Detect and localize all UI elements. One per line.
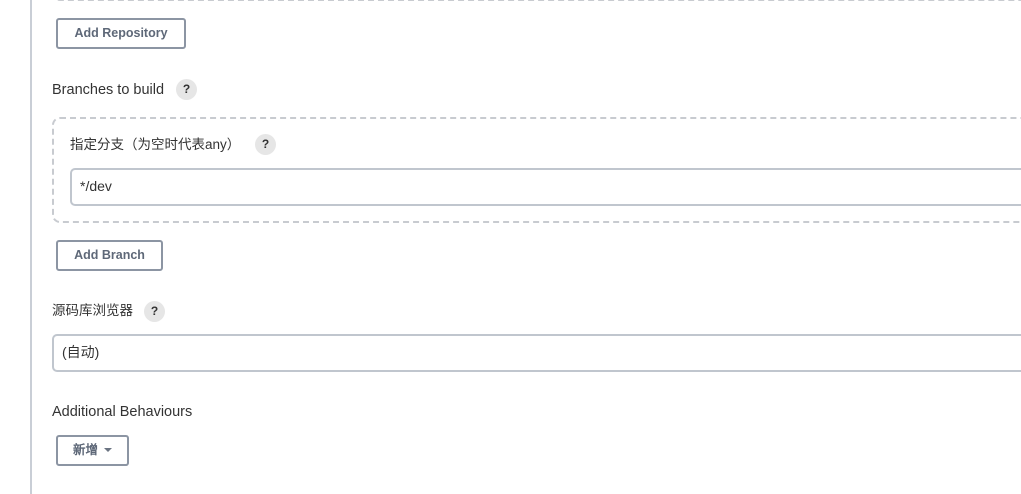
add-behaviour-label: 新增	[72, 443, 98, 457]
repository-container	[52, 0, 1021, 1]
section-divider	[30, 0, 32, 494]
branch-specifier-label: 指定分支（为空时代表any）	[70, 137, 241, 152]
help-icon[interactable]: ?	[144, 301, 165, 322]
branch-specifier-input[interactable]: */dev	[70, 168, 1021, 206]
help-icon[interactable]: ?	[255, 134, 276, 155]
caret-down-icon	[104, 447, 112, 452]
branches-to-build-label: Branches to build	[52, 82, 165, 98]
add-repository-button[interactable]: Add Repository	[56, 18, 186, 49]
repository-browser-select[interactable]: (自动)	[52, 334, 1021, 372]
additional-behaviours-label: Additional Behaviours	[52, 404, 193, 420]
add-behaviour-dropdown-button[interactable]: 新增	[56, 435, 129, 466]
scm-config-panel: Add Repository Branches to build ? 指定分支（…	[0, 0, 1021, 494]
help-icon[interactable]: ?	[176, 79, 197, 100]
add-branch-button[interactable]: Add Branch	[56, 240, 163, 271]
repository-browser-label: 源码库浏览器	[52, 303, 133, 318]
